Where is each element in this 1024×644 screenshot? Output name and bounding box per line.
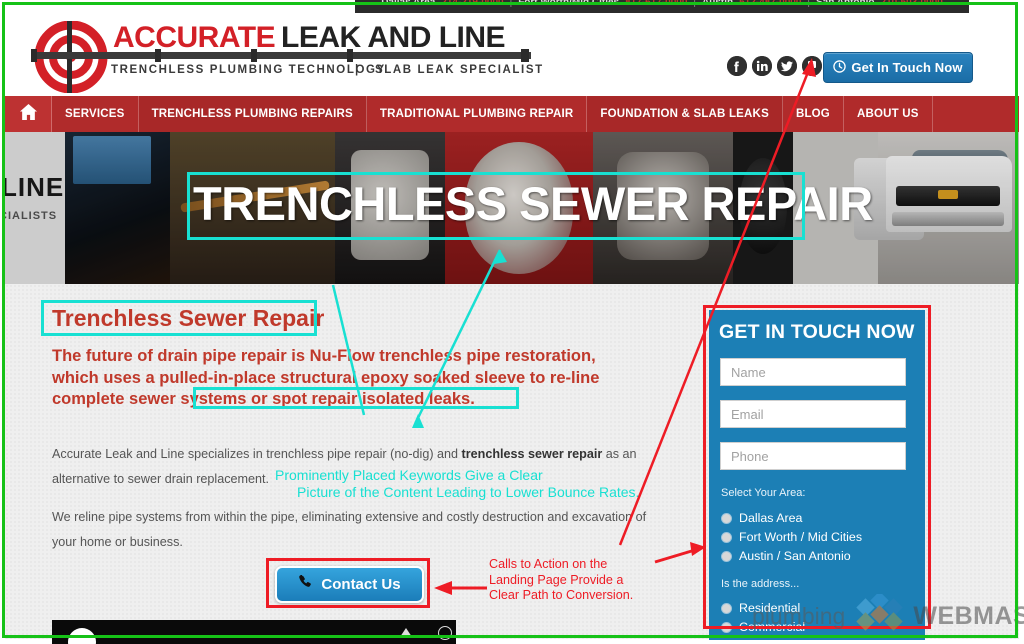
radio-option-dallas-area[interactable]: Dallas Area (722, 511, 802, 525)
video-timer-icon[interactable] (438, 626, 452, 640)
twitter-icon[interactable] (777, 56, 797, 76)
address-type-label: Is the address... (721, 578, 800, 590)
select-area-label: Select Your Area: (721, 487, 806, 499)
annotation-text-cta: Calls to Action on the Landing Page Prov… (489, 557, 633, 604)
topbar-phone-dallas[interactable]: 214-219-0000 (441, 0, 503, 9)
topbar-phone-sanantonio[interactable]: 210-503-0000 (881, 0, 943, 9)
topbar-city-sanantonio: San Antonio (816, 0, 875, 8)
logo-tagline-left: TRENCHLESS PLUMBING TECHNOLOGY (111, 64, 386, 76)
annotation-keywords-line-1: Prominently Placed Keywords Give a Clear (275, 467, 543, 483)
lead-paragraph: The future of drain pipe repair is Nu-Fl… (52, 347, 600, 408)
logo-tagline-right: SLAB LEAK SPECIALISTS (375, 64, 543, 76)
topbar-city-fortworth: Fort Worth/Mid Cities (518, 0, 620, 8)
topbar-separator: | (693, 0, 696, 8)
social-links (727, 56, 822, 76)
contact-us-label: Contact Us (321, 576, 401, 593)
topbar-city-austin: Austin (702, 0, 734, 8)
site-header: ACCURATE LEAK AND LINE TRENCHLESS PLUMBI… (5, 13, 1019, 96)
contact-us-button[interactable]: Contact Us (275, 566, 424, 603)
annotation-keywords-line-2: Picture of the Content Leading to Lower … (297, 483, 640, 500)
radio-icon (722, 622, 731, 632)
radio-option-austin-san-antonio[interactable]: Austin / San Antonio (722, 549, 851, 563)
facebook-icon[interactable] (727, 56, 747, 76)
watermark: plumbing WEBMASTERS (752, 591, 1024, 639)
youtube-icon[interactable] (802, 56, 822, 76)
annotation-cta-line-3: Clear Path to Conversion. (489, 588, 634, 602)
radio-label-fort-worth: Fort Worth / Mid Cities (739, 530, 863, 544)
top-utility-bar: Dallas Area 214-219-0000 | Fort Worth/Mi… (355, 0, 969, 13)
nav-item-trenchless-plumbing-repairs[interactable]: TRENCHLESS PLUMBING REPAIRS (138, 96, 367, 132)
linkedin-icon[interactable] (752, 56, 772, 76)
get-in-touch-form: GET IN TOUCH NOW Name Email Phone Select… (709, 310, 925, 640)
form-title: GET IN TOUCH NOW (719, 321, 915, 343)
watermark-text-plumbing: plumbing (752, 603, 846, 629)
top-utility-bar-inner: Dallas Area 214-219-0000 | Fort Worth/Mi… (355, 0, 969, 9)
radio-icon (722, 551, 731, 561)
logo-word-accurate: ACCURATE (113, 21, 275, 54)
get-in-touch-now-button[interactable]: Get In Touch Now (823, 52, 973, 83)
site-logo[interactable]: ACCURATE LEAK AND LINE TRENCHLESS PLUMBI… (23, 21, 543, 93)
phone-field[interactable]: Phone (720, 442, 906, 470)
nav-item-traditional-plumbing-repair[interactable]: TRADITIONAL PLUMBING REPAIR (367, 96, 588, 132)
logo-word-leakandline: LEAK AND LINE (281, 21, 505, 54)
page-title: Trenchless Sewer Repair (52, 305, 325, 331)
topbar-separator: | (807, 0, 810, 8)
body-paragraph-2: We reline pipe systems from within the p… (52, 510, 647, 549)
topbar-phone-fortworth[interactable]: 817-617-0000 (625, 0, 687, 9)
radio-option-fort-worth-mid-cities[interactable]: Fort Worth / Mid Cities (722, 530, 862, 544)
get-in-touch-now-label: Get In Touch Now (851, 60, 963, 75)
body-paragraph-1-part-a: Accurate Leak and Line specializes in tr… (52, 447, 462, 461)
main-navigation: SERVICES TRENCHLESS PLUMBING REPAIRS TRA… (5, 96, 1019, 132)
topbar-city-dallas: Dallas Area (381, 0, 436, 8)
topbar-phone-austin[interactable]: 512-487-0000 (739, 0, 801, 9)
watermark-text-webmasters: WEBMASTERS (913, 602, 1024, 630)
nav-item-blog[interactable]: BLOG (783, 96, 844, 132)
logo-tagline-separator: | (355, 64, 358, 76)
annotation-cta-line-2: Landing Page Provide a (489, 572, 624, 587)
topbar-separator: | (509, 0, 513, 8)
radio-label-austin-san-antonio: Austin / San Antonio (739, 549, 851, 563)
radio-label-dallas-area: Dallas Area (739, 511, 803, 525)
play-button-icon[interactable] (68, 628, 96, 644)
video-control-icon[interactable] (400, 628, 412, 637)
watermark-diamond-logo-icon (851, 591, 907, 639)
landing-page-screenshot: Dallas Area 214-219-0000 | Fort Worth/Mi… (0, 0, 1024, 644)
radio-icon (722, 513, 731, 523)
radio-icon (722, 603, 731, 613)
nav-item-services[interactable]: SERVICES (52, 96, 139, 132)
nav-home-button[interactable] (5, 96, 52, 132)
radio-icon (722, 532, 731, 542)
body-paragraph-1-keyword: trenchless sewer repair (461, 447, 603, 461)
home-icon (19, 103, 38, 126)
annotation-text-keywords: Prominently Placed Keywords Give a Clear… (275, 467, 639, 500)
hero-title: TRENCHLESS SEWER REPAIR (193, 177, 873, 230)
nav-item-foundation-slab-leaks[interactable]: FOUNDATION & SLAB LEAKS (587, 96, 783, 132)
email-field[interactable]: Email (720, 400, 906, 428)
nav-item-about-us[interactable]: ABOUT US (844, 96, 933, 132)
phone-icon (298, 573, 314, 595)
annotation-cta-line-1: Calls to Action on the (489, 557, 608, 571)
video-player-block[interactable] (52, 620, 456, 644)
clock-icon (833, 59, 847, 76)
name-field[interactable]: Name (720, 358, 906, 386)
